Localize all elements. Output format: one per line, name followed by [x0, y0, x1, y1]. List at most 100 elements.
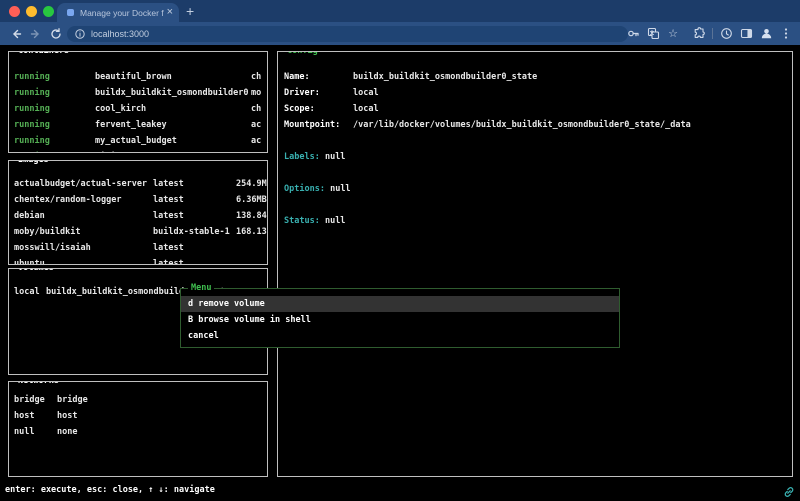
image-tag: buildx-stable-1 [153, 224, 236, 240]
image-size: 138.84MB [236, 208, 267, 224]
browser-tab[interactable]: Manage your Docker fleet w × [57, 3, 179, 22]
traffic-light-zoom-button[interactable] [43, 6, 54, 17]
new-tab-button[interactable]: + [186, 3, 194, 19]
config-key: Mountpoint: [284, 117, 353, 133]
site-info-icon[interactable] [75, 29, 85, 39]
image-name: moby/buildkit [14, 224, 153, 240]
menu-kebab-icon[interactable] [776, 26, 796, 42]
image-row[interactable]: mosswill/isaiah latest [9, 240, 267, 256]
tab-favicon [67, 9, 74, 16]
network-name: host [14, 408, 57, 424]
config-key: Name: [284, 69, 353, 85]
config-field: Mountpoint: /var/lib/docker/volumes/buil… [284, 117, 788, 133]
menu-popup: Menu d remove volume B browse volume in … [180, 288, 620, 348]
network-row[interactable]: host host [9, 408, 267, 424]
traffic-light-close-button[interactable] [9, 6, 20, 17]
network-driver: bridge [57, 392, 267, 408]
volume-driver: local [14, 284, 46, 300]
network-row[interactable]: bridge bridge [9, 392, 267, 408]
image-row[interactable]: ubuntu latest [9, 256, 267, 265]
tab-strip: Manage your Docker fleet w × + [0, 0, 800, 22]
container-image: ch [251, 69, 267, 85]
hotkey-status-bar: enter: execute, esc: close, ↑ ↓: navigat… [5, 483, 215, 497]
volumes-panel-title: Volumes [15, 268, 57, 274]
image-name: mosswill/isaiah [14, 240, 153, 256]
container-name: my_actual_budget [95, 133, 251, 149]
image-tag: latest [153, 256, 236, 265]
image-row[interactable]: actualbudget/actual-server latest 254.9M… [9, 176, 267, 192]
back-icon[interactable] [6, 26, 26, 42]
translate-icon[interactable] [643, 26, 663, 42]
config-key: Driver: [284, 85, 353, 101]
bookmark-star-icon[interactable]: ☆ [663, 26, 683, 42]
browser-window: Manage your Docker fleet w × + localhost… [0, 0, 800, 501]
extension-icon[interactable] [716, 26, 736, 42]
password-key-icon[interactable] [623, 26, 643, 42]
terminal-page: Containers running beautiful_brown ch ru… [0, 45, 800, 501]
image-name: ubuntu [14, 256, 153, 265]
close-tab-icon[interactable]: × [167, 7, 173, 18]
image-size: 6.36MB [236, 192, 267, 208]
container-name: cool_kirch [95, 101, 251, 117]
container-row[interactable]: running my_actual_budget ac [9, 133, 267, 149]
container-image: ch [251, 101, 267, 117]
container-name: fervent_leakey [95, 117, 251, 133]
container-row[interactable]: running cool_kirch ch [9, 101, 267, 117]
address-bar[interactable]: localhost:3000 [67, 26, 628, 42]
traffic-light-minimize-button[interactable] [26, 6, 37, 17]
menu-item-remove-volume[interactable]: d remove volume [181, 296, 619, 312]
container-status: running [14, 117, 95, 133]
container-image: ac [251, 117, 267, 133]
image-size [236, 256, 267, 265]
image-row[interactable]: moby/buildkit buildx-stable-1 168.13MB [9, 224, 267, 240]
extensions-puzzle-icon[interactable] [689, 26, 709, 42]
config-field: Status: null [284, 213, 788, 229]
config-key: Scope: [284, 101, 353, 117]
config-value: buildx_buildkit_osmondbuilder0_state [353, 69, 788, 85]
image-row[interactable]: chentex/random-logger latest 6.36MB [9, 192, 267, 208]
config-value: null [325, 152, 345, 162]
config-value: null [325, 216, 345, 226]
toolbar-separator [712, 28, 713, 39]
config-key: Status: [284, 216, 320, 226]
config-value: local [353, 85, 788, 101]
image-tag: latest [153, 240, 236, 256]
browser-toolbar: localhost:3000 ☆ [0, 22, 800, 45]
containers-panel-title: Containers [15, 51, 72, 57]
config-value: /var/lib/docker/volumes/buildx_buildkit_… [353, 117, 788, 133]
container-row[interactable]: running fervent_leakey ac [9, 117, 267, 133]
config-field: Options: null [284, 181, 788, 197]
config-key: Options: [284, 184, 325, 194]
config-value: local [353, 101, 788, 117]
menu-item-cancel[interactable]: cancel [181, 328, 619, 344]
side-panel-icon[interactable] [736, 26, 756, 42]
image-row[interactable]: debian latest 138.84MB [9, 208, 267, 224]
container-image: ac [251, 133, 267, 149]
image-size [236, 240, 267, 256]
profile-avatar[interactable] [756, 26, 776, 42]
config-field: Name: buildx_buildkit_osmondbuilder0_sta… [284, 69, 788, 85]
networks-panel-title: Networks [15, 381, 62, 387]
config-panel-title: Config [284, 51, 321, 57]
config-value: null [330, 184, 350, 194]
image-size: 254.9MB [236, 176, 267, 192]
container-name: beautiful_brown [95, 69, 251, 85]
config-field: Driver: local [284, 85, 788, 101]
image-tag: latest [153, 208, 236, 224]
image-size: 168.13MB [236, 224, 267, 240]
network-row[interactable]: null none [9, 424, 267, 440]
image-name: debian [14, 208, 153, 224]
link-icon[interactable] [783, 486, 795, 498]
forward-icon[interactable] [26, 26, 46, 42]
menu-item-browse-volume-in-shell[interactable]: B browse volume in shell [181, 312, 619, 328]
container-row[interactable]: running titi ch [9, 149, 267, 153]
config-field: Scope: local [284, 101, 788, 117]
container-row[interactable]: running beautiful_brown ch [9, 69, 267, 85]
container-status: running [14, 133, 95, 149]
container-row[interactable]: running buildx_buildkit_osmondbuilder0 m… [9, 85, 267, 101]
container-image: ch [251, 149, 267, 153]
network-driver: none [57, 424, 267, 440]
reload-icon[interactable] [46, 26, 66, 42]
container-name: buildx_buildkit_osmondbuilder0 [95, 85, 251, 101]
image-name: actualbudget/actual-server [14, 176, 153, 192]
